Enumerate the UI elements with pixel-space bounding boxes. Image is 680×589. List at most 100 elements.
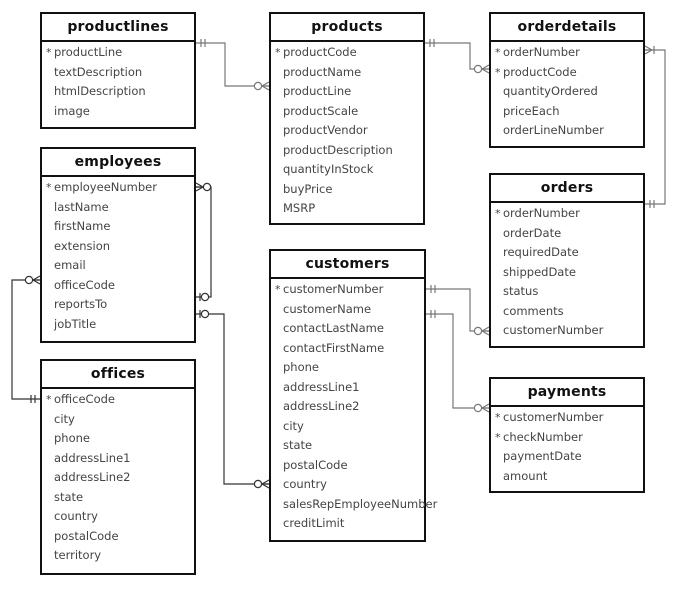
attribute-name: htmlDescription <box>54 84 146 98</box>
primary-key-marker: * <box>275 46 281 59</box>
attribute-name: reportsTo <box>54 297 108 311</box>
attribute-row: extension <box>42 237 194 257</box>
attribute-row: status <box>491 282 643 302</box>
attribute-row: city <box>271 417 424 437</box>
primary-key-marker: * <box>495 411 501 424</box>
attribute-row: productLine <box>271 82 423 102</box>
zero-circle-icon <box>473 403 483 413</box>
attribute-name: customerNumber <box>503 410 604 424</box>
attribute-row: * customerNumber <box>271 280 424 300</box>
attribute-name: officeCode <box>54 392 115 406</box>
attribute-name: customerName <box>283 301 372 316</box>
entity-customers[interactable]: customers * customerNumber customerName con… <box>269 249 437 542</box>
attribute-row: quantityInStock <box>271 160 423 180</box>
attribute-row: creditLimit <box>271 514 424 534</box>
primary-key-marker: * <box>495 207 501 220</box>
attribute-row: phone <box>271 358 424 378</box>
attribute-name: employeeNumber <box>54 180 157 194</box>
entity-productlines[interactable]: productlines * productLine textDescription… <box>40 12 196 129</box>
attribute-name: productCode <box>503 64 577 79</box>
attribute-name: orderLineNumber <box>503 123 604 137</box>
attribute-name: checkNumber <box>503 429 583 444</box>
attribute-name: salesRepEmployeeNumber <box>283 496 438 511</box>
attribute-name: city <box>54 411 75 426</box>
entity-orders[interactable]: orders * orderNumber orderDate requiredDate… <box>489 173 645 348</box>
entity-orderdetails[interactable]: orderdetails * orderNumber * productCode qua… <box>489 12 645 148</box>
attribute-row: priceEach <box>491 102 643 122</box>
attribute-name: requiredDate <box>503 245 579 259</box>
attribute-name: jobTitle <box>54 316 97 331</box>
attribute-row: postalCode <box>42 527 194 547</box>
entity-title: employees <box>42 149 194 177</box>
attribute-name: productLine <box>54 45 123 59</box>
entity-offices[interactable]: offices * officeCode city phone addressLine1… <box>40 359 196 575</box>
attribute-row: MSRP <box>271 199 423 219</box>
attribute-name: city <box>283 418 304 433</box>
zero-circle-icon <box>473 326 483 336</box>
entity-employees[interactable]: employees * employeeNumber lastName firstNa… <box>40 147 196 343</box>
attribute-name: addressLine1 <box>54 450 131 465</box>
primary-key-marker: * <box>46 181 52 194</box>
attribute-list: * orderNumber * productCode quantityOrdered p… <box>491 42 643 141</box>
attribute-row: paymentDate <box>491 447 643 467</box>
connector-productlines-products <box>196 42 269 87</box>
attribute-name: customerNumber <box>503 323 604 337</box>
attribute-row: salesRepEmployeeNumber <box>271 495 437 515</box>
attribute-row: contactLastName <box>271 319 424 339</box>
attribute-row: orderLineNumber <box>491 121 643 141</box>
primary-key-marker: * <box>495 430 501 444</box>
entity-products[interactable]: products * productCode productName productL… <box>269 12 425 225</box>
attribute-list: * customerNumber customerName contactLastNa… <box>271 279 437 534</box>
attribute-name: quantityOrdered <box>503 84 598 98</box>
attribute-row: * productCode <box>491 63 643 83</box>
attribute-name: quantityInStock <box>283 162 374 176</box>
attribute-name: productName <box>283 64 362 79</box>
entity-title: orders <box>491 175 643 203</box>
attribute-name: country <box>283 477 327 491</box>
attribute-row: textDescription <box>42 63 194 83</box>
attribute-name: MSRP <box>283 201 316 215</box>
attribute-row: contactFirstName <box>271 339 424 359</box>
attribute-row: country <box>42 507 194 527</box>
attribute-name: buyPrice <box>283 181 333 196</box>
attribute-name: creditLimit <box>283 516 345 530</box>
attribute-row: city <box>42 410 194 430</box>
attribute-row: state <box>271 436 424 456</box>
attribute-name: orderNumber <box>503 45 580 59</box>
attribute-row: * checkNumber <box>491 428 643 448</box>
entity-title: customers <box>271 251 424 279</box>
zero-circle-icon <box>253 479 263 489</box>
attribute-row: shippedDate <box>491 263 643 283</box>
attribute-row: officeCode <box>42 276 194 296</box>
attribute-name: phone <box>283 360 319 374</box>
attribute-row: customerName <box>271 300 424 320</box>
attribute-row: addressLine2 <box>271 397 424 417</box>
zero-circle-icon <box>200 292 210 302</box>
attribute-name: firstName <box>54 219 111 233</box>
attribute-row: lastName <box>42 198 194 218</box>
attribute-name: country <box>54 509 98 523</box>
primary-key-marker: * <box>275 283 281 296</box>
attribute-name: state <box>283 438 313 452</box>
attribute-name: textDescription <box>54 64 143 79</box>
zero-circle-icon <box>253 81 263 91</box>
zero-circle-icon <box>24 275 34 285</box>
zero-circle-icon <box>202 182 212 192</box>
attribute-row: quantityOrdered <box>491 82 643 102</box>
attribute-row: phone <box>42 429 194 449</box>
attribute-row: image <box>42 102 194 122</box>
connector-employees-customers <box>196 313 269 485</box>
entity-payments[interactable]: payments * customerNumber * checkNumber paym… <box>489 377 645 493</box>
connector-employees-self <box>196 186 212 298</box>
entity-title: payments <box>491 379 643 407</box>
primary-key-marker: * <box>495 46 501 59</box>
attribute-name: phone <box>54 431 90 445</box>
connector-orders-orderdetails <box>645 49 666 205</box>
attribute-name: productScale <box>283 103 359 118</box>
attribute-name: image <box>54 103 90 118</box>
attribute-list: * employeeNumber lastName firstName extensio… <box>42 177 194 334</box>
attribute-name: officeCode <box>54 277 115 292</box>
attribute-name: orderNumber <box>503 206 580 220</box>
attribute-name: addressLine2 <box>54 470 131 484</box>
attribute-row: jobTitle <box>42 315 194 335</box>
